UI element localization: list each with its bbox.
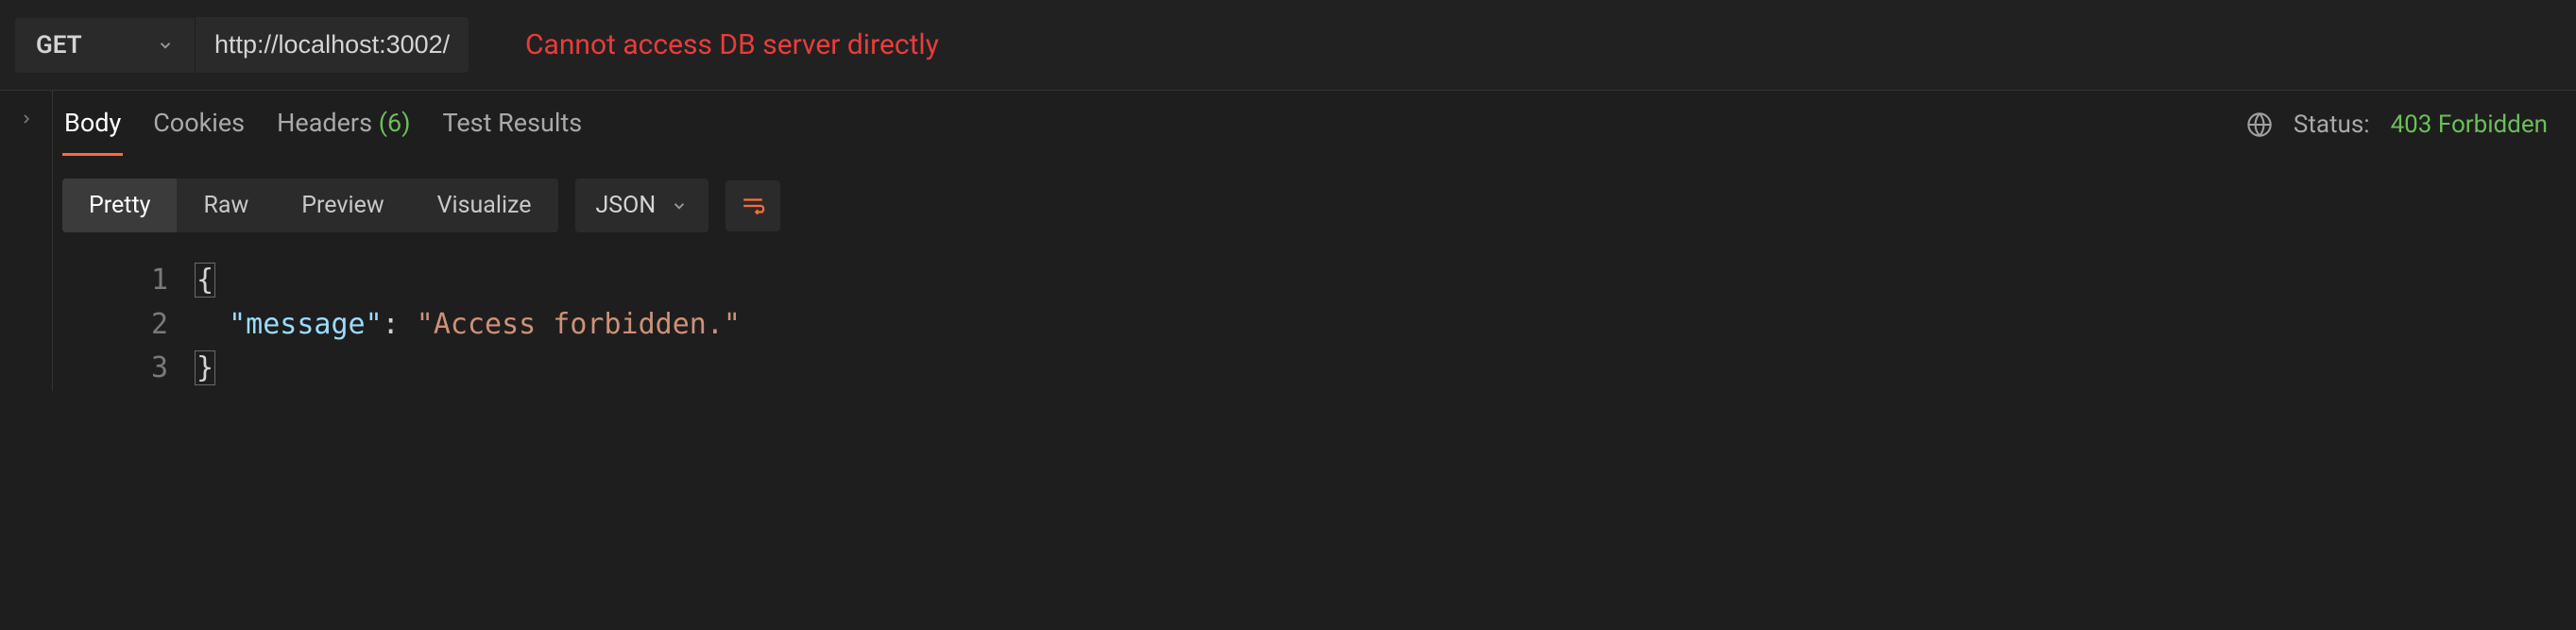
request-bar: GET Cannot access DB server directly bbox=[0, 0, 2576, 90]
tab-headers-label: Headers bbox=[277, 108, 372, 138]
code-line: 3 } bbox=[53, 347, 2576, 391]
json-colon: : bbox=[383, 308, 417, 341]
line-number: 2 bbox=[53, 303, 195, 348]
code-line: 2 "message": "Access forbidden." bbox=[53, 303, 2576, 348]
tab-test-results[interactable]: Test Results bbox=[441, 108, 585, 156]
line-number: 3 bbox=[53, 347, 195, 391]
chevron-right-icon bbox=[19, 111, 34, 127]
view-mode-preview[interactable]: Preview bbox=[275, 179, 410, 232]
response-area: Body Cookies Headers (6) Test Results St… bbox=[0, 90, 2576, 391]
wrap-lines-button[interactable] bbox=[725, 180, 780, 231]
globe-icon[interactable] bbox=[2246, 111, 2273, 138]
view-mode-visualize[interactable]: Visualize bbox=[411, 179, 558, 232]
response-tabs: Body Cookies Headers (6) Test Results bbox=[62, 108, 584, 156]
body-format-select[interactable]: JSON bbox=[575, 179, 709, 232]
status-label: Status: bbox=[2294, 111, 2370, 139]
http-method-label: GET bbox=[36, 31, 82, 60]
code-line: 1 { bbox=[53, 259, 2576, 303]
response-main: Body Cookies Headers (6) Test Results St… bbox=[52, 91, 2576, 391]
view-mode-pretty[interactable]: Pretty bbox=[62, 179, 177, 232]
tab-cookies[interactable]: Cookies bbox=[151, 108, 247, 156]
response-status-group: Status: 403 Forbidden bbox=[2246, 111, 2567, 154]
body-format-label: JSON bbox=[596, 192, 657, 219]
view-mode-raw[interactable]: Raw bbox=[177, 179, 275, 232]
line-number: 1 bbox=[53, 259, 195, 303]
annotation-text: Cannot access DB server directly bbox=[525, 28, 939, 61]
response-tabs-row: Body Cookies Headers (6) Test Results St… bbox=[53, 91, 2576, 156]
status-value: 403 Forbidden bbox=[2391, 111, 2548, 139]
json-key: "message" bbox=[229, 308, 383, 341]
chevron-down-icon bbox=[157, 37, 174, 54]
open-brace: { bbox=[195, 263, 215, 298]
request-url-input[interactable] bbox=[195, 17, 469, 73]
tab-headers[interactable]: Headers (6) bbox=[275, 108, 412, 156]
close-brace: } bbox=[195, 350, 215, 385]
view-mode-segment: Pretty Raw Preview Visualize bbox=[62, 179, 558, 232]
chevron-down-icon bbox=[671, 197, 688, 214]
tab-body[interactable]: Body bbox=[62, 108, 123, 156]
response-collapse-toggle[interactable] bbox=[0, 91, 52, 391]
wrap-lines-icon bbox=[741, 194, 765, 218]
view-mode-row: Pretty Raw Preview Visualize JSON bbox=[53, 156, 2576, 246]
json-value: "Access forbidden." bbox=[417, 308, 741, 341]
response-body-code[interactable]: 1 { 2 "message": "Access forbidden." 3 } bbox=[53, 246, 2576, 391]
http-method-select[interactable]: GET bbox=[15, 18, 195, 73]
tab-headers-count: (6) bbox=[379, 108, 411, 138]
